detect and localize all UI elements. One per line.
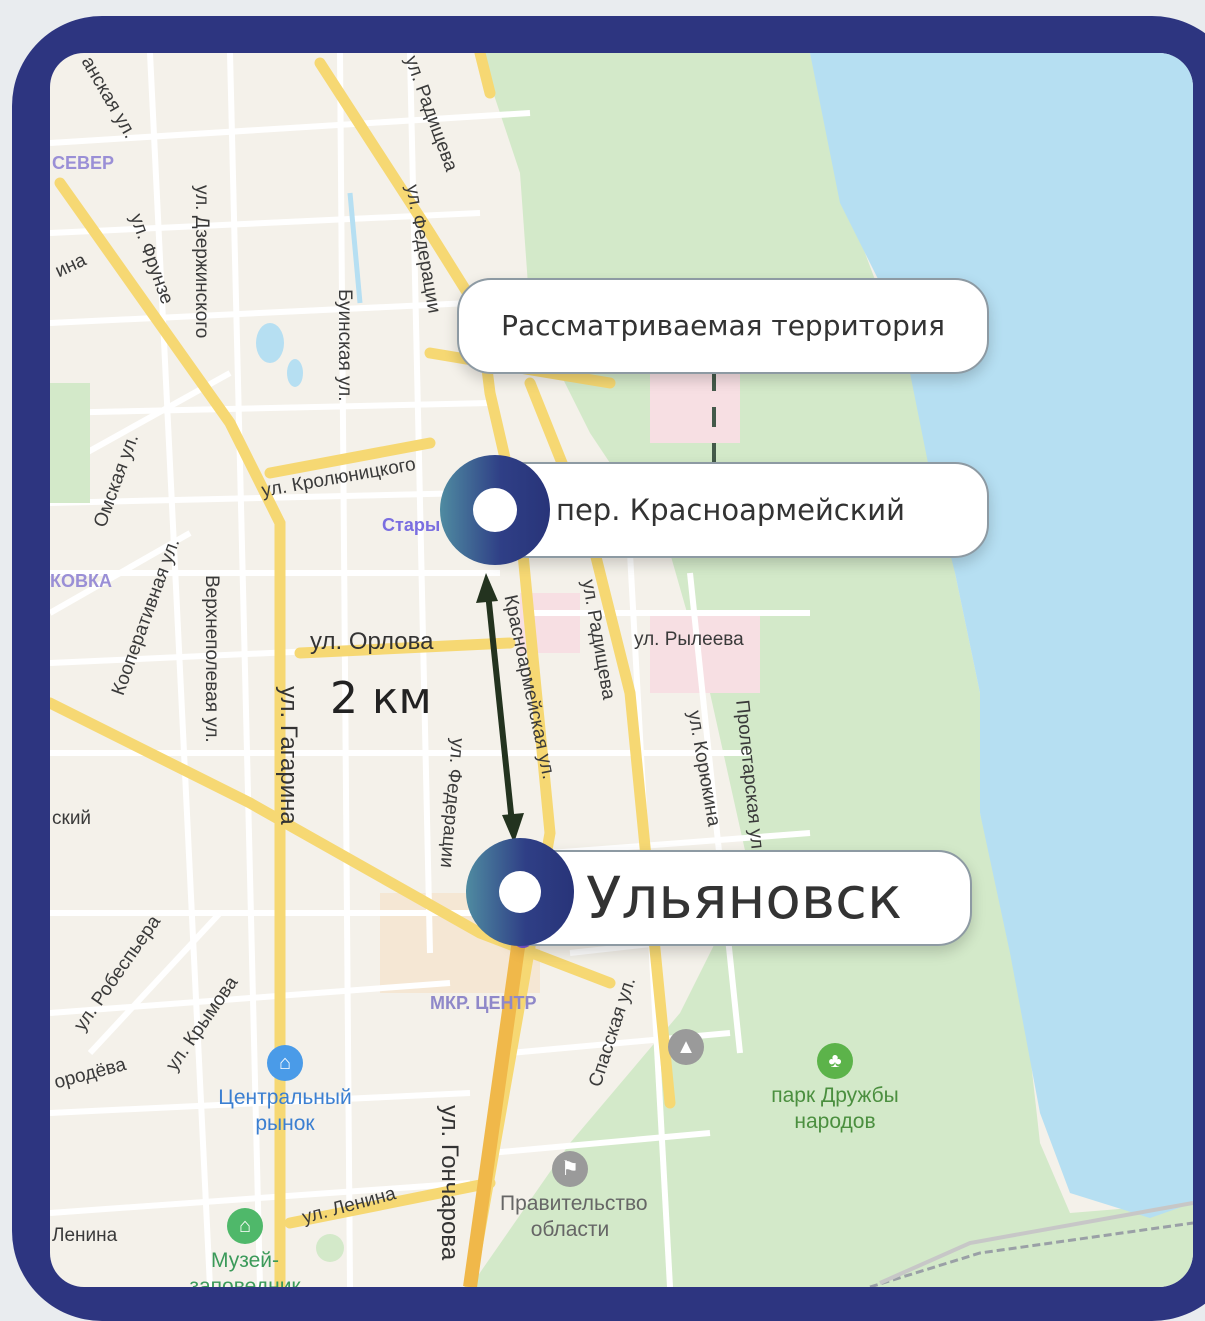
street-label: Ленина xyxy=(52,1225,118,1246)
street-label: Верхнеполевая ул. xyxy=(201,575,222,743)
territory-callout: Рассматриваемая территория xyxy=(457,278,989,374)
street-label: ский xyxy=(52,808,92,829)
district-label: КОВКА xyxy=(50,571,112,591)
flag-icon: ⚑ xyxy=(552,1151,588,1187)
distance-label: 2 км xyxy=(330,673,432,724)
lane-label: пер. Красноармейский xyxy=(556,493,905,527)
city-marker-icon[interactable] xyxy=(466,838,574,946)
lane-marker-icon[interactable] xyxy=(440,455,550,565)
map-view[interactable]: ул. Радищева ул. Федерации ул. Дзержинск… xyxy=(50,53,1193,1287)
street-label: ул. Гагарина xyxy=(275,686,302,825)
poi-label: Правительство области xyxy=(500,1192,648,1241)
poi-label: Центральный рынок xyxy=(218,1086,352,1135)
street-label: ул. Дзержинского xyxy=(191,185,212,339)
market-icon: ⌂ xyxy=(267,1045,303,1081)
poi-museum[interactable]: ⌂ Музей-заповедник xyxy=(180,1208,310,1287)
territory-label: Рассматриваемая территория xyxy=(501,309,945,342)
street-label: ул. Гончарова xyxy=(436,1105,463,1261)
district-label: Стары xyxy=(382,515,441,535)
poi-school[interactable]: ▲ xyxy=(668,1029,704,1069)
museum-icon: ⌂ xyxy=(227,1208,263,1244)
district-label: СЕВЕР xyxy=(52,153,115,173)
street-label: Буинская ул. xyxy=(334,289,355,402)
tree-icon: ♣ xyxy=(817,1043,853,1079)
graduation-cap-icon: ▲ xyxy=(668,1029,704,1065)
poi-government[interactable]: ⚑ Правительство области xyxy=(500,1151,648,1243)
poi-market[interactable]: ⌂ Центральный рынок xyxy=(200,1045,370,1137)
poi-park[interactable]: ♣ парк Дружбы народов xyxy=(750,1043,920,1135)
street-label: ул. Орлова xyxy=(310,628,434,655)
district-label: МКР. ЦЕНТР xyxy=(430,993,537,1013)
city-label: Ульяновск xyxy=(586,864,902,932)
poi-label: Музей-заповедник xyxy=(189,1249,301,1287)
poi-label: парк Дружбы народов xyxy=(771,1084,899,1133)
street-label: ул. Рылеева xyxy=(634,629,744,650)
